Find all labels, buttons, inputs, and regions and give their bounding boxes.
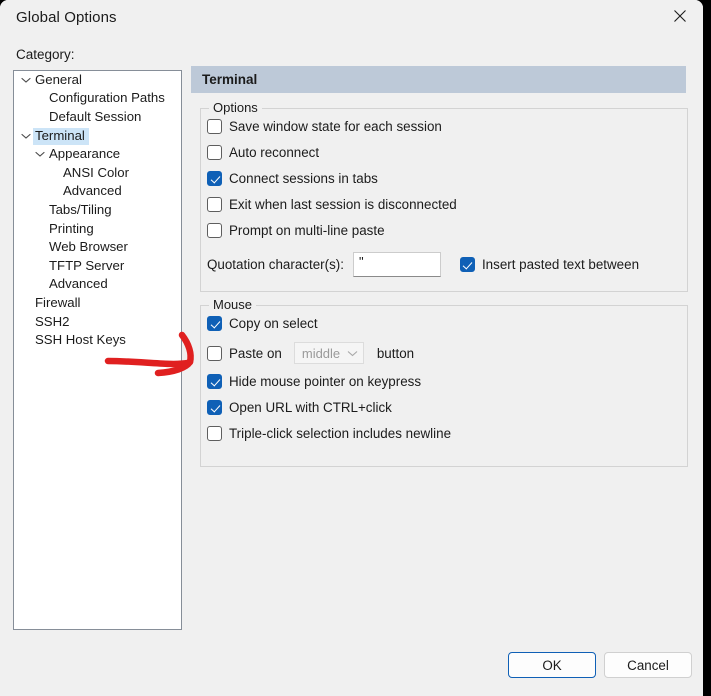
tree-item-ssh2[interactable]: SSH2 [14,313,181,332]
tree-item-terminal[interactable]: Terminal [14,127,181,146]
prompt-on-multiline-paste-checkbox[interactable] [207,223,222,238]
tree-item-appearance[interactable]: Appearance [14,145,181,164]
tree-item-label: Web Browser [49,239,128,255]
connect-sessions-in-tabs-label: Connect sessions in tabs [229,171,378,186]
mouse-groupbox-title: Mouse [209,297,257,312]
open-url-ctrl-click-checkbox[interactable] [207,400,222,415]
chevron-down-icon[interactable] [19,77,33,84]
tree-item-printing[interactable]: Printing [14,220,181,239]
options-groupbox: Options Save window state for each sessi… [200,100,688,292]
save-window-state-checkbox[interactable] [207,119,222,134]
checkbox-row-triple-click-newline[interactable]: Triple-click selection includes newline [207,426,451,441]
tree-item-web-browser[interactable]: Web Browser [14,238,181,257]
tree-item-label: ANSI Color [63,164,129,180]
chevron-down-icon [347,350,358,357]
paste-on-button-select[interactable]: middle [293,342,364,364]
tree-item-label: Default Session [49,108,142,124]
tree-item-label: TFTP Server [49,257,125,273]
checkbox-row-prompt-on-multiline-paste[interactable]: Prompt on multi-line paste [207,223,385,238]
quotation-label: Quotation character(s): [207,257,344,272]
tree-item-advanced[interactable]: Advanced [14,276,181,295]
tree-item-ansi-color[interactable]: ANSI Color [14,164,181,183]
tree-item-label: Terminal [33,127,89,145]
checkbox-row-hide-mouse-pointer[interactable]: Hide mouse pointer on keypress [207,374,421,389]
global-options-dialog: Global Options Category: General Configur… [0,0,703,696]
tree-item-label: General [35,71,82,87]
tree-item-firewall[interactable]: Firewall [14,294,181,313]
save-window-state-label: Save window state for each session [229,119,442,134]
paste-on-suffix-label: button [376,345,415,361]
category-tree[interactable]: General Configuration Paths Default Sessio… [13,70,182,630]
insert-pasted-text-between-label: Insert pasted text between [481,257,640,272]
auto-reconnect-checkbox[interactable] [207,145,222,160]
copy-on-select-label: Copy on select [229,316,318,331]
close-icon[interactable] [657,0,703,32]
mouse-groupbox: Mouse Copy on select Paste on middle but… [200,297,688,467]
triple-click-newline-checkbox[interactable] [207,426,222,441]
exit-when-last-session-disconnected-checkbox[interactable] [207,197,222,212]
paste-on-label: Paste on [229,345,282,361]
title-bar: Global Options [0,0,703,37]
checkbox-row-connect-sessions-in-tabs[interactable]: Connect sessions in tabs [207,171,378,186]
chevron-down-icon[interactable] [33,151,47,158]
tree-item-label: Printing [49,220,94,236]
tree-item-label: Advanced [49,276,108,292]
tree-item-label: Configuration Paths [49,90,165,106]
tree-item-default-session[interactable]: Default Session [14,108,181,127]
tree-item-label: Tabs/Tiling [49,201,112,217]
checkbox-row-exit-when-last-session-disconnected[interactable]: Exit when last session is disconnected [207,197,457,212]
insert-pasted-text-between-checkbox[interactable] [459,257,475,272]
open-url-ctrl-click-label: Open URL with CTRL+click [229,400,392,415]
prompt-on-multiline-paste-label: Prompt on multi-line paste [229,223,385,238]
tree-item-label: SSH2 [35,313,70,329]
tree-item-advanced[interactable]: Advanced [14,183,181,202]
panel-header-label: Terminal [202,72,258,87]
tree-item-tftp-server[interactable]: TFTP Server [14,257,181,276]
connect-sessions-in-tabs-checkbox[interactable] [207,171,222,186]
checkbox-row-open-url-ctrl-click[interactable]: Open URL with CTRL+click [207,400,392,415]
tree-item-label: SSH Host Keys [35,332,126,348]
checkbox-row-save-window-state[interactable]: Save window state for each session [207,119,442,134]
quotation-row: Quotation character(s): " Insert pasted … [207,252,639,277]
options-groupbox-title: Options [209,100,262,115]
tree-item-tabs-tiling[interactable]: Tabs/Tiling [14,201,181,220]
chevron-down-icon[interactable] [19,133,33,140]
paste-on-button-select-value: middle [301,345,341,361]
tree-item-configuration-paths[interactable]: Configuration Paths [14,90,181,109]
copy-on-select-checkbox[interactable] [207,316,222,331]
checkbox-row-paste-on[interactable]: Paste on middle button [207,342,414,364]
hide-mouse-pointer-checkbox[interactable] [207,374,222,389]
checkbox-row-copy-on-select[interactable]: Copy on select [207,316,318,331]
checkbox-row-auto-reconnect[interactable]: Auto reconnect [207,145,319,160]
panel-header: Terminal [191,66,686,93]
paste-on-checkbox[interactable] [207,345,222,361]
category-label: Category: [16,47,75,62]
triple-click-newline-label: Triple-click selection includes newline [229,426,452,441]
tree-item-general[interactable]: General [14,71,181,90]
ok-button[interactable]: OK [508,652,596,678]
tree-item-label: Appearance [49,146,121,162]
auto-reconnect-label: Auto reconnect [229,145,320,160]
tree-item-ssh-host-keys[interactable]: SSH Host Keys [14,331,181,350]
cancel-button[interactable]: Cancel [604,652,692,678]
tree-item-label: Firewall [35,294,81,310]
tree-item-label: Advanced [63,183,122,199]
exit-when-last-session-disconnected-label: Exit when last session is disconnected [229,197,457,212]
window-title: Global Options [16,9,117,26]
hide-mouse-pointer-label: Hide mouse pointer on keypress [229,374,422,389]
quotation-input[interactable]: " [352,252,441,277]
